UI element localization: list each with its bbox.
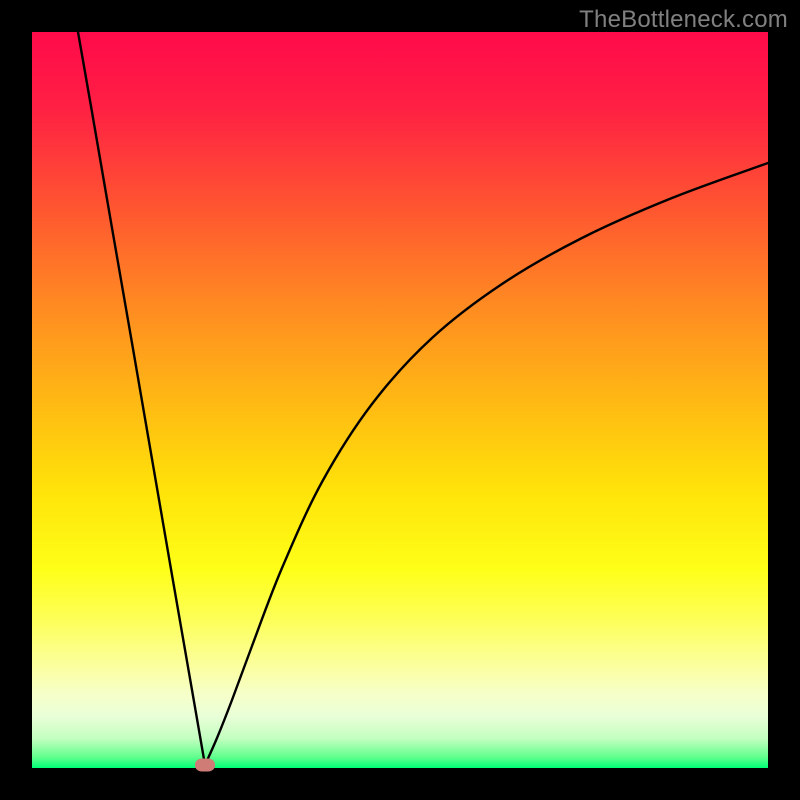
curve-path <box>78 32 768 765</box>
chart-plot-area <box>32 32 768 768</box>
minimum-marker <box>195 759 215 772</box>
watermark-text: TheBottleneck.com <box>579 6 788 34</box>
bottleneck-curve <box>32 32 768 768</box>
